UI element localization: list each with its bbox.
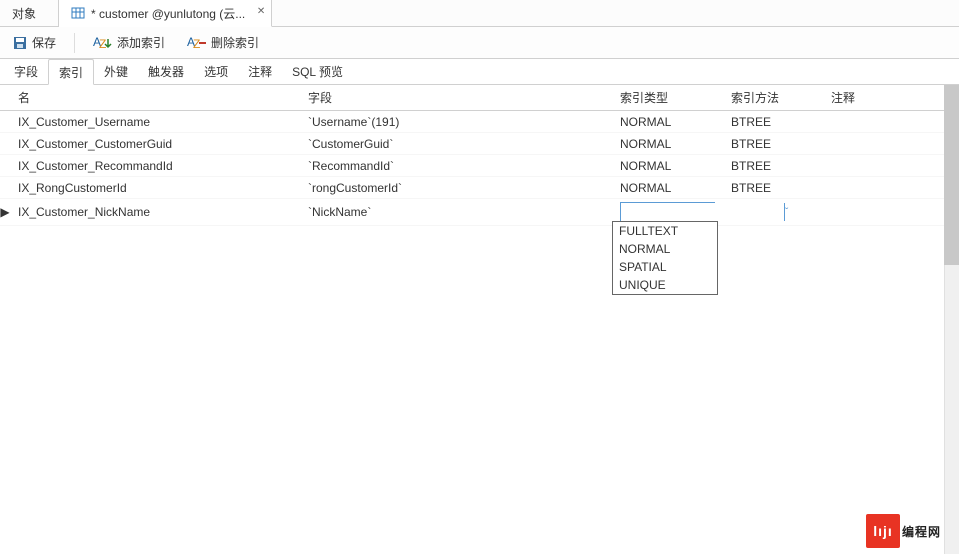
save-label: 保存 <box>32 34 56 51</box>
cell-comment[interactable] <box>823 155 944 177</box>
cell-comment[interactable] <box>823 133 944 155</box>
cell-name[interactable]: IX_Customer_RecommandId <box>10 155 300 177</box>
svg-text:Z: Z <box>99 37 106 50</box>
cell-method[interactable]: BTREE <box>723 177 823 199</box>
cell-method[interactable]: BTREE <box>723 155 823 177</box>
index-type-input[interactable] <box>621 203 784 221</box>
cell-comment[interactable] <box>823 177 944 199</box>
table-row[interactable]: IX_RongCustomerId`rongCustomerId`NORMALB… <box>0 177 944 199</box>
cell-comment[interactable] <box>823 111 944 133</box>
cell-method[interactable]: BTREE <box>723 111 823 133</box>
tab-options[interactable]: 选项 <box>194 59 238 84</box>
cell-fields[interactable]: `NickName` <box>300 199 612 226</box>
tab-label: 对象 <box>12 5 36 22</box>
toolbar: 保存 AZ 添加索引 AZ 删除索引 <box>0 27 959 59</box>
index-type-combo[interactable]: ˇ <box>620 202 715 222</box>
table-row[interactable]: IX_Customer_RecommandId`RecommandId`NORM… <box>0 155 944 177</box>
tab-indexes[interactable]: 索引 <box>48 59 94 85</box>
tab-fields[interactable]: 字段 <box>4 59 48 84</box>
tab-triggers[interactable]: 触发器 <box>138 59 194 84</box>
col-type[interactable]: 索引类型 <box>612 85 723 111</box>
watermark-text: 编程网 <box>902 523 941 540</box>
tab-label: * customer @yunlutong (云... <box>91 5 245 22</box>
close-icon[interactable]: ✕ <box>257 6 265 17</box>
delete-index-label: 删除索引 <box>211 34 259 51</box>
delete-index-icon: AZ <box>187 36 207 50</box>
scroll-thumb[interactable] <box>944 85 959 265</box>
subtabs: 字段 索引 外键 触发器 选项 注释 SQL 预览 <box>0 59 959 85</box>
cell-name[interactable]: IX_RongCustomerId <box>10 177 300 199</box>
chevron-down-icon[interactable]: ˇ <box>784 203 788 221</box>
col-comment[interactable]: 注释 <box>823 85 944 111</box>
tab-customer[interactable]: * customer @yunlutong (云... ✕ <box>59 0 272 27</box>
delete-index-button[interactable]: AZ 删除索引 <box>183 32 263 53</box>
add-index-icon: AZ <box>93 36 113 50</box>
dropdown-option[interactable]: NORMAL <box>613 240 717 258</box>
dropdown-option[interactable]: SPATIAL <box>613 258 717 276</box>
cell-fields[interactable]: `rongCustomerId` <box>300 177 612 199</box>
dropdown-option[interactable]: FULLTEXT <box>613 222 717 240</box>
watermark-logo: lıjı <box>866 514 900 548</box>
save-icon <box>12 35 28 51</box>
table-row[interactable]: IX_Customer_Username`Username`(191)NORMA… <box>0 111 944 133</box>
cell-type[interactable]: NORMAL <box>612 133 723 155</box>
cell-name[interactable]: IX_Customer_CustomerGuid <box>10 133 300 155</box>
cell-comment[interactable] <box>823 199 944 226</box>
dropdown-option[interactable]: UNIQUE <box>613 276 717 294</box>
row-marker: ▶ <box>0 199 10 226</box>
tab-comments[interactable]: 注释 <box>238 59 282 84</box>
cell-fields[interactable]: `CustomerGuid` <box>300 133 612 155</box>
index-type-dropdown[interactable]: FULLTEXTNORMALSPATIALUNIQUE <box>612 221 718 295</box>
tab-sql[interactable]: SQL 预览 <box>282 59 353 84</box>
save-button[interactable]: 保存 <box>8 32 60 53</box>
col-fields[interactable]: 字段 <box>300 85 612 111</box>
grid-area: 名 字段 索引类型 索引方法 注释 IX_Customer_Username`U… <box>0 85 959 554</box>
cell-type[interactable]: NORMAL <box>612 177 723 199</box>
add-index-button[interactable]: AZ 添加索引 <box>89 32 169 53</box>
watermark: lıjı 编程网 <box>866 514 941 548</box>
table-row[interactable]: IX_Customer_CustomerGuid`CustomerGuid`NO… <box>0 133 944 155</box>
cell-type[interactable]: NORMAL <box>612 111 723 133</box>
editor-tabs: 对象 * customer @yunlutong (云... ✕ <box>0 0 959 27</box>
index-grid[interactable]: 名 字段 索引类型 索引方法 注释 IX_Customer_Username`U… <box>0 85 944 226</box>
table-row[interactable]: ▶IX_Customer_NickName`NickName` ˇ <box>0 199 944 226</box>
tab-fk[interactable]: 外键 <box>94 59 138 84</box>
scrollbar[interactable] <box>944 85 959 554</box>
cell-fields[interactable]: `RecommandId` <box>300 155 612 177</box>
cell-name[interactable]: IX_Customer_NickName <box>10 199 300 226</box>
tab-objects[interactable]: 对象 <box>0 0 59 26</box>
cell-name[interactable]: IX_Customer_Username <box>10 111 300 133</box>
add-index-label: 添加索引 <box>117 34 165 51</box>
cell-method[interactable]: BTREE <box>723 133 823 155</box>
col-method[interactable]: 索引方法 <box>723 85 823 111</box>
table-icon <box>71 6 85 20</box>
col-name[interactable]: 名 <box>10 85 300 111</box>
cell-fields[interactable]: `Username`(191) <box>300 111 612 133</box>
cell-type[interactable]: NORMAL <box>612 155 723 177</box>
